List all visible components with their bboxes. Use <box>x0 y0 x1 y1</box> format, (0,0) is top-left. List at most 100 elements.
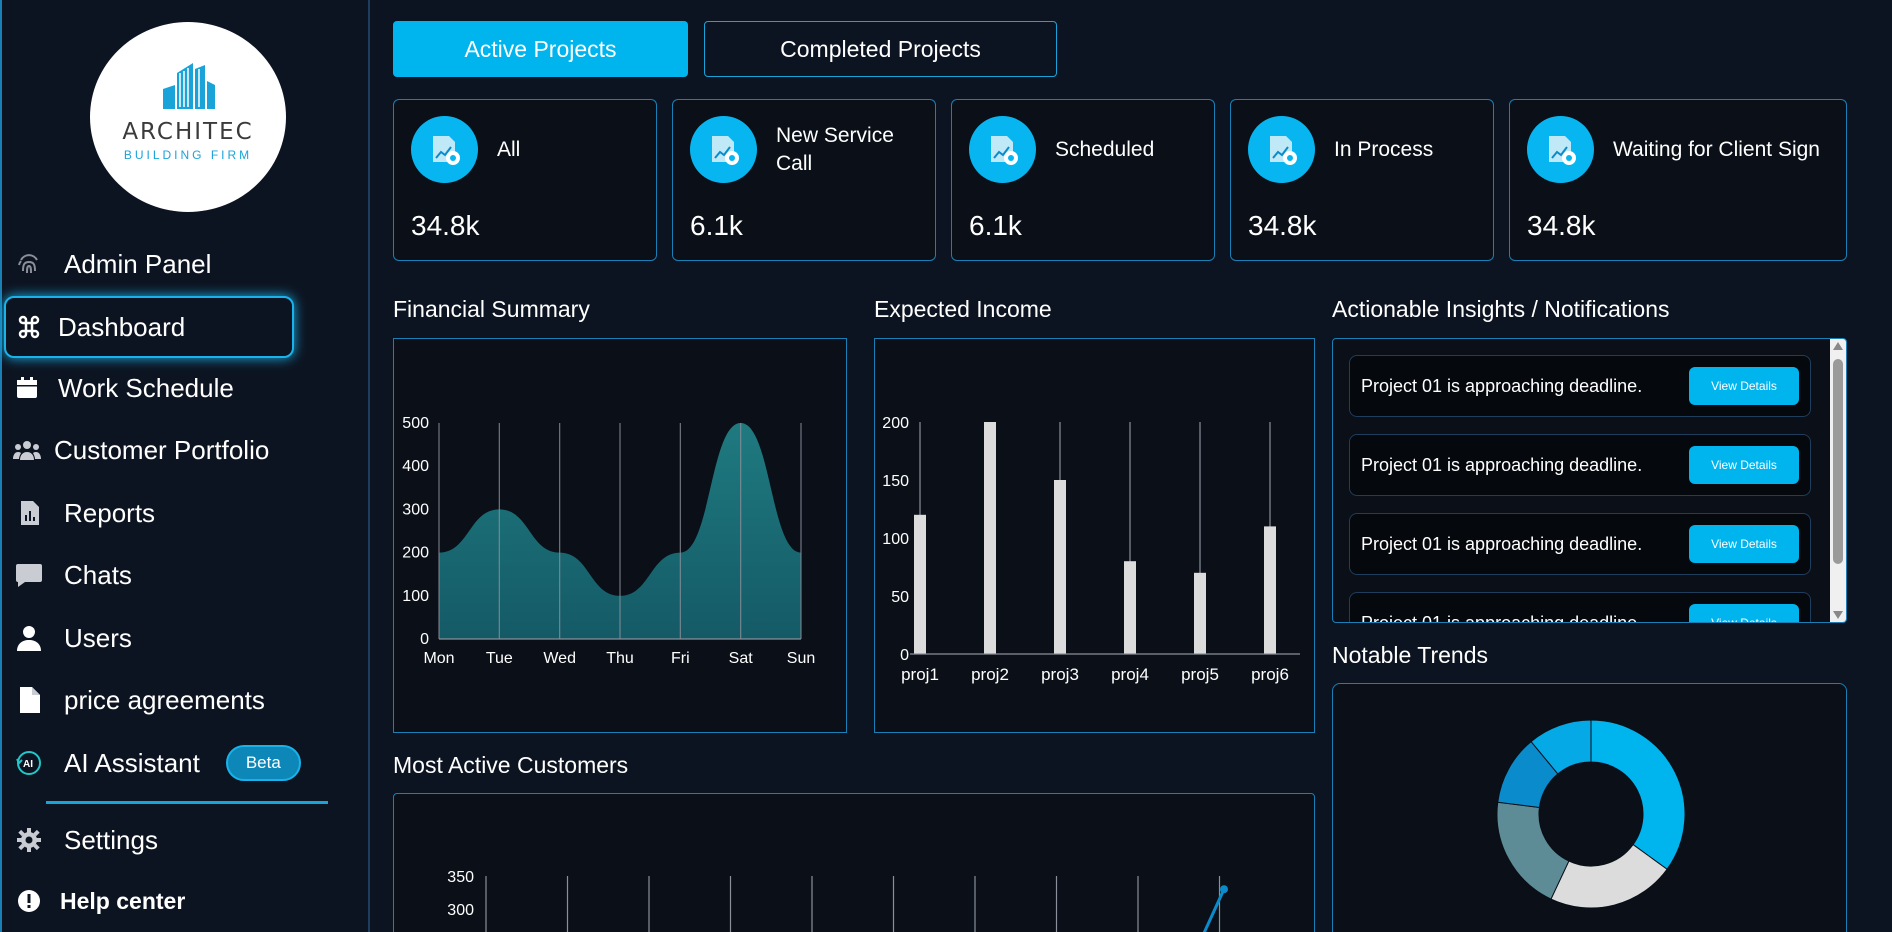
scroll-down-icon[interactable] <box>1833 611 1843 619</box>
data-point <box>1220 885 1228 894</box>
sidebar-item-reports[interactable]: Reports <box>2 483 292 543</box>
y-tick-label: 300 <box>447 902 474 919</box>
sidebar-item-help-center[interactable]: Help center <box>2 871 292 931</box>
gear-icon <box>14 825 44 855</box>
y-tick-label: 0 <box>900 647 909 664</box>
stat-label: In Process <box>1334 138 1434 161</box>
bar <box>1264 526 1276 654</box>
beta-badge: Beta <box>225 745 301 781</box>
sidebar-item-label: Users <box>64 622 132 653</box>
bar <box>914 514 926 654</box>
sidebar-item-users[interactable]: Users <box>2 608 292 668</box>
sidebar-item-label: Customer Portfolio <box>54 434 270 465</box>
command-icon <box>14 312 44 342</box>
sidebar-item-work-schedule[interactable]: Work Schedule <box>2 358 292 418</box>
sidebar-item-dashboard[interactable]: Dashboard <box>4 296 294 358</box>
sidebar-item-ai-assistant[interactable]: AI AI Assistant Beta <box>2 733 332 793</box>
view-details-button[interactable]: View Details <box>1689 446 1799 484</box>
stat-card-scheduled[interactable]: Scheduled 6.1k <box>951 99 1215 261</box>
x-tick-label: Mon <box>423 650 454 667</box>
svg-text:AI: AI <box>23 759 33 770</box>
brand-logo[interactable]: ARCHITEC BUILDING FIRM <box>90 22 286 212</box>
insight-text: Project 01 is approaching deadline. <box>1361 454 1643 475</box>
insights-scrollbar[interactable] <box>1830 339 1846 622</box>
sidebar-item-label: price agreements <box>64 684 265 715</box>
project-settings-icon <box>1248 116 1315 183</box>
project-settings-icon <box>690 116 757 183</box>
x-tick-label: Wed <box>543 650 576 667</box>
insights-title: Actionable Insights / Notifications <box>1332 296 1670 322</box>
x-tick-label: Tue <box>486 650 513 667</box>
view-details-button[interactable]: View Details <box>1689 604 1799 622</box>
x-tick-label: proj1 <box>901 665 939 684</box>
project-settings-icon <box>1527 116 1594 183</box>
donut-slice <box>1590 719 1686 870</box>
insights-panel[interactable]: Project 01 is approaching deadline. View… <box>1332 338 1847 623</box>
y-tick-label: 300 <box>402 501 429 518</box>
calendar-icon <box>12 373 42 403</box>
alert-circle-icon <box>14 886 44 916</box>
insight-item: Project 01 is approaching deadline. View… <box>1349 434 1811 496</box>
sidebar-item-label: Help center <box>60 887 186 914</box>
insight-item: Project 01 is approaching deadline. View… <box>1349 513 1811 575</box>
tab-completed-projects[interactable]: Completed Projects <box>704 21 1057 77</box>
y-tick-label: 200 <box>882 415 909 432</box>
view-details-button[interactable]: View Details <box>1689 525 1799 563</box>
document-icon <box>14 685 44 715</box>
x-tick-label: proj3 <box>1041 665 1079 684</box>
chat-icon <box>14 560 44 590</box>
stat-card-all[interactable]: All 34.8k <box>393 99 657 261</box>
insight-text: Project 01 is approaching deadline. <box>1361 533 1643 554</box>
financial-summary-chart: 0 100 200 300 400 500 Mon Tue Wed Thu Fri Sat Sun <box>402 415 815 667</box>
y-tick-label: 350 <box>447 869 474 886</box>
y-tick-label: 0 <box>420 631 429 648</box>
fingerprint-icon <box>14 249 44 279</box>
y-tick-label: 150 <box>882 473 909 490</box>
y-tick-label: 100 <box>882 531 909 548</box>
financial-summary-title: Financial Summary <box>393 296 590 322</box>
sidebar-item-chats[interactable]: Chats <box>2 545 292 605</box>
tab-active-projects[interactable]: Active Projects <box>393 21 688 77</box>
x-tick-label: proj5 <box>1181 665 1219 684</box>
notable-trends-panel <box>1332 683 1847 932</box>
stat-card-new-service-call[interactable]: New Service Call 6.1k <box>672 99 936 261</box>
y-tick-label: 400 <box>402 458 429 475</box>
stat-value: 34.8k <box>1527 210 1596 241</box>
x-tick-label: Sun <box>787 650 815 667</box>
sidebar-item-customer-portfolio[interactable]: Customer Portfolio <box>2 420 292 480</box>
scroll-up-icon[interactable] <box>1833 342 1843 350</box>
scroll-thumb[interactable] <box>1833 359 1843 564</box>
notable-trends-chart <box>1496 719 1686 909</box>
most-active-customers-chart: 350 300 <box>447 869 1228 932</box>
x-tick-label: Fri <box>671 650 690 667</box>
expected-income-panel: proj1 proj2 proj3 proj4 proj5 proj6 0 50 100 150 2… <box>874 338 1315 733</box>
financial-summary-panel: 0 100 200 300 400 500 Mon Tue Wed Thu Fri Sat Sun <box>393 338 847 733</box>
sidebar-item-label: AI Assistant <box>64 747 200 778</box>
sidebar-item-label: Chats <box>64 559 132 590</box>
brand-tagline: BUILDING FIRM <box>123 147 253 162</box>
insight-text: Project 01 is approaching deadline. <box>1361 375 1643 396</box>
stat-label: Waiting for Client Sign <box>1613 138 1820 161</box>
sidebar: ARCHITEC BUILDING FIRM Admin Panel Dashb… <box>0 0 370 932</box>
donut-slice <box>1496 801 1570 900</box>
y-tick-label: 200 <box>402 545 429 562</box>
sidebar-item-price-agreements[interactable]: price agreements <box>2 670 292 730</box>
stat-value: 34.8k <box>411 210 480 241</box>
expected-income-chart: proj1 proj2 proj3 proj4 proj5 proj6 0 50 100 150 2… <box>882 415 1300 684</box>
stat-card-waiting-client-sign[interactable]: Waiting for Client Sign 34.8k <box>1509 99 1847 261</box>
sidebar-divider <box>46 801 328 804</box>
stat-value: 6.1k <box>690 210 743 241</box>
ai-icon: AI <box>14 748 44 778</box>
bar <box>1194 572 1206 654</box>
sidebar-item-label: Settings <box>64 824 158 855</box>
user-icon <box>14 623 44 653</box>
stat-value: 34.8k <box>1248 210 1317 241</box>
sidebar-item-admin-panel[interactable]: Admin Panel <box>2 234 292 294</box>
stat-card-in-process[interactable]: In Process 34.8k <box>1230 99 1494 261</box>
sidebar-item-label: Reports <box>64 497 156 528</box>
view-details-button[interactable]: View Details <box>1689 367 1799 405</box>
building-logo-icon <box>163 62 215 109</box>
project-settings-icon <box>969 116 1036 183</box>
sidebar-item-settings[interactable]: Settings <box>2 810 292 870</box>
insight-item: Project 01 is approaching deadline. View… <box>1349 592 1811 622</box>
